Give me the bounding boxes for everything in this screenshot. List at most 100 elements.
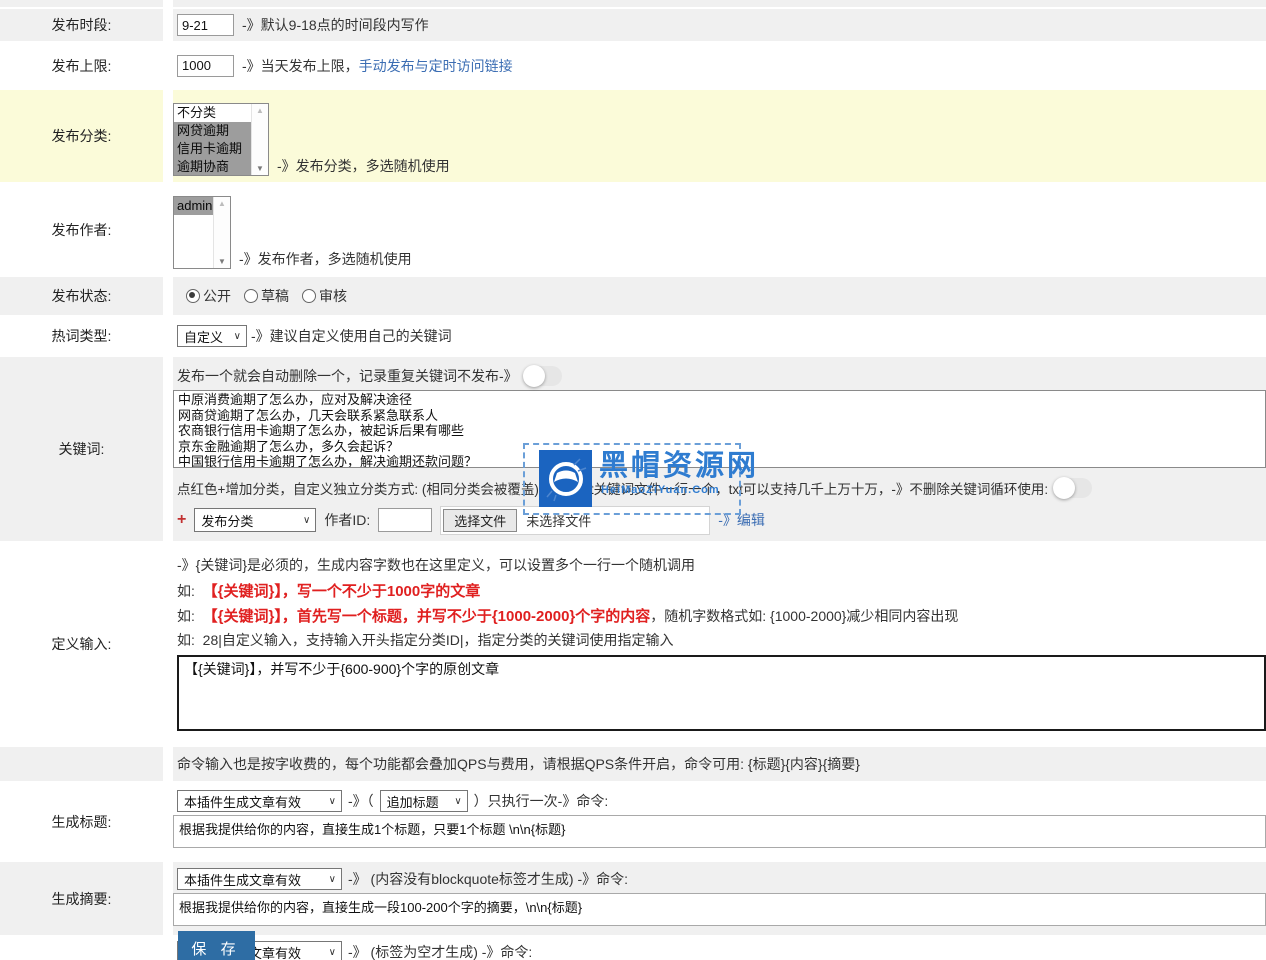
keep-keywords-toggle[interactable] [1054, 478, 1092, 498]
gen-title-command-textarea[interactable]: 根据我提供给你的内容，直接生成1个标题，只要1个标题 \n\n{标题} [173, 815, 1266, 848]
form-row-define-input: 定义输入: -》{关键词}是必须的，生成内容字数也在这里定义，可以设置多个一行一… [0, 543, 1266, 745]
publish-limit-input[interactable] [177, 55, 234, 77]
option-admin[interactable]: admin [174, 197, 213, 215]
scroll-up-icon[interactable]: ▲ [218, 197, 226, 210]
gen-title-mode-select[interactable]: 本插件生成文章有效 ∨ [177, 790, 342, 812]
chevron-down-icon: ∨ [234, 331, 241, 342]
gen-summary-mid: -》 (内容没有blockquote标签才生成) -》命令: [348, 869, 628, 889]
publish-category-label: 发布分类: [0, 90, 163, 182]
choose-file-button[interactable]: 选择文件 [443, 509, 517, 532]
gen-summary-label: 生成摘要: [0, 862, 163, 935]
toggle-knob [523, 365, 545, 387]
watermark: 黑帽资源网 HeiMaoZiYuan.Com [523, 443, 741, 515]
publish-category-multiselect[interactable]: 不分类 网贷逾期 信用卡逾期 逾期协商 ▲ ▼ [173, 103, 269, 176]
scroll-up-icon[interactable]: ▲ [256, 104, 264, 117]
option-netloan-overdue[interactable]: 网贷逾期 [174, 122, 251, 140]
chevron-down-icon: ∨ [329, 947, 336, 958]
hotword-type-value: 自定义 [184, 327, 223, 346]
example-1-red: 【{关键词}】，写一个不少于1000字的文章 [203, 583, 481, 600]
partial-content-cell [173, 0, 1266, 7]
gen-title-label: 生成标题: [0, 783, 163, 860]
gen-summary-content: 本插件生成文章有效 ∨ -》 (内容没有blockquote标签才生成) -》命… [173, 862, 1266, 935]
watermark-logo-icon [539, 450, 592, 507]
example-2-rest: ，随机字数格式如: {1000-2000}减少相同内容出现 [650, 608, 958, 624]
keywords-toggle-desc: 发布一个就会自动删除一个，记录重复关键词不发布-》 [177, 366, 518, 386]
chevron-down-icon: ∨ [303, 515, 310, 526]
partial-label-cell [0, 0, 163, 7]
gen-title-content: 本插件生成文章有效 ∨ -》（ 追加标题 ∨ ）只执行一次-》命令: 根据我提供… [173, 783, 1266, 860]
publish-author-options: admin [174, 197, 213, 268]
publish-author-label: 发布作者: [0, 184, 163, 275]
define-example-3: 如: 28|自定义输入，支持输入开头指定分类ID|，指定分类的关键词使用指定输入 [177, 630, 1266, 650]
publish-time-input[interactable] [177, 14, 234, 36]
author-scrollbar[interactable]: ▲ ▼ [213, 197, 230, 268]
option-overdue-negotiate[interactable]: 逾期协商 [174, 158, 251, 175]
manual-publish-link[interactable]: 手动发布与定时访问链接 [359, 56, 513, 76]
hotword-type-desc: -》建议自定义使用自己的关键词 [251, 326, 452, 346]
add-category-button[interactable]: + [177, 511, 186, 529]
publish-limit-desc: -》当天发布上限， [242, 56, 359, 76]
publish-time-content: -》默认9-18点的时间段内写作 [173, 9, 1266, 41]
gen-summary-mode-select[interactable]: 本插件生成文章有效 ∨ [177, 868, 342, 890]
example-prefix: 如: [177, 632, 195, 648]
gen-summary-command-textarea[interactable]: 根据我提供给你的内容，直接生成一段100-200个字的摘要，\n\n{标题} [173, 893, 1266, 926]
command-note-content: 命令输入也是按字收费的，每个功能都会叠加QPS与费用，请根据QPS条件开启，命令… [173, 747, 1266, 781]
define-example-1: 如: 【{关键词}】，写一个不少于1000字的文章 [177, 580, 1266, 605]
example-prefix: 如: [177, 583, 195, 599]
gen-title-mid1: -》（ [348, 791, 374, 811]
gen-tags-mid: -》 (标签为空才生成) -》命令: [348, 942, 532, 960]
scroll-down-icon[interactable]: ▼ [256, 162, 264, 175]
option-uncategorized[interactable]: 不分类 [174, 104, 251, 122]
keyword-category-select[interactable]: 发布分类 ∨ [194, 508, 316, 532]
gen-title-append-select[interactable]: 追加标题 ∨ [380, 790, 468, 812]
form-row-hotword-type: 热词类型: 自定义 ∨ -》建议自定义使用自己的关键词 [0, 317, 1266, 355]
gen-title-append-value: 追加标题 [387, 792, 439, 811]
gen-tags-label-cell [0, 937, 163, 960]
form-row-gen-summary: 生成摘要: 本插件生成文章有效 ∨ -》 (内容没有blockquote标签才生… [0, 862, 1266, 935]
define-input-content: -》{关键词}是必须的，生成内容字数也在这里定义，可以设置多个一行一个随机调用 … [173, 543, 1266, 745]
command-note-text: 命令输入也是按字收费的，每个功能都会叠加QPS与费用，请根据QPS条件开启，命令… [177, 754, 860, 774]
save-button[interactable]: 保 存 [178, 931, 255, 960]
chevron-down-icon: ∨ [329, 874, 336, 885]
command-note-label-cell [0, 747, 163, 781]
define-example-2: 如: 【{关键词}】，首先写一个标题，并写不少于{1000-2000}个字的内容… [177, 605, 1266, 630]
chevron-down-icon: ∨ [454, 796, 461, 807]
publish-category-desc: -》发布分类，多选随机使用 [277, 156, 450, 176]
publish-status-label: 发布状态: [0, 277, 163, 315]
publish-author-multiselect[interactable]: admin ▲ ▼ [173, 196, 231, 269]
form-row-publish-category: 发布分类: 不分类 网贷逾期 信用卡逾期 逾期协商 ▲ ▼ -》发布分类，多选随… [0, 90, 1266, 182]
publish-limit-label: 发布上限: [0, 43, 163, 88]
radio-public-label: 公开 [203, 286, 231, 306]
form-row-command-note: 命令输入也是按字收费的，每个功能都会叠加QPS与费用，请根据QPS条件开启，命令… [0, 747, 1266, 781]
radio-public[interactable]: 公开 [186, 286, 231, 306]
publish-category-options: 不分类 网贷逾期 信用卡逾期 逾期协商 [174, 104, 251, 175]
auto-delete-toggle[interactable] [524, 366, 562, 386]
radio-draft-label: 草稿 [261, 286, 289, 306]
keywords-label: 关键词: [0, 357, 163, 541]
define-input-textarea[interactable]: 【{关键词}】，并写不少于{600-900}个字的原创文章 [177, 655, 1266, 731]
example-prefix: 如: [177, 608, 195, 624]
radio-draft[interactable]: 草稿 [244, 286, 289, 306]
gen-title-mode-value: 本插件生成文章有效 [184, 792, 301, 811]
radio-review-label: 审核 [319, 286, 347, 306]
category-scrollbar[interactable]: ▲ ▼ [251, 104, 268, 175]
author-id-label: 作者ID: [324, 510, 370, 530]
publish-time-desc: -》默认9-18点的时间段内写作 [242, 15, 429, 35]
watermark-url: HeiMaoZiYuan.Com [601, 484, 720, 496]
author-id-input[interactable] [378, 508, 432, 532]
radio-review[interactable]: 审核 [302, 286, 347, 306]
plugin-settings-page: 发布时段: -》默认9-18点的时间段内写作 发布上限: -》当天发布上限， 手… [0, 0, 1266, 960]
gen-title-mid2: ）只执行一次-》命令: [474, 791, 609, 811]
option-creditcard-overdue[interactable]: 信用卡逾期 [174, 140, 251, 158]
publish-limit-content: -》当天发布上限， 手动发布与定时访问链接 [173, 43, 1266, 88]
scroll-down-icon[interactable]: ▼ [218, 255, 226, 268]
gen-tags-content: 本插件生成文章有效 ∨ -》 (标签为空才生成) -》命令: [173, 937, 1266, 960]
define-hint-line1: -》{关键词}是必须的，生成内容字数也在这里定义，可以设置多个一行一个随机调用 [177, 555, 1266, 580]
form-row-publish-author: 发布作者: admin ▲ ▼ -》发布作者，多选随机使用 [0, 184, 1266, 275]
publish-author-desc: -》发布作者，多选随机使用 [239, 249, 412, 269]
publish-time-label: 发布时段: [0, 9, 163, 41]
radio-checked-icon [186, 289, 200, 303]
hotword-type-label: 热词类型: [0, 317, 163, 355]
form-row-publish-status: 发布状态: 公开 草稿 审核 [0, 277, 1266, 315]
hotword-type-select[interactable]: 自定义 ∨ [177, 325, 247, 347]
